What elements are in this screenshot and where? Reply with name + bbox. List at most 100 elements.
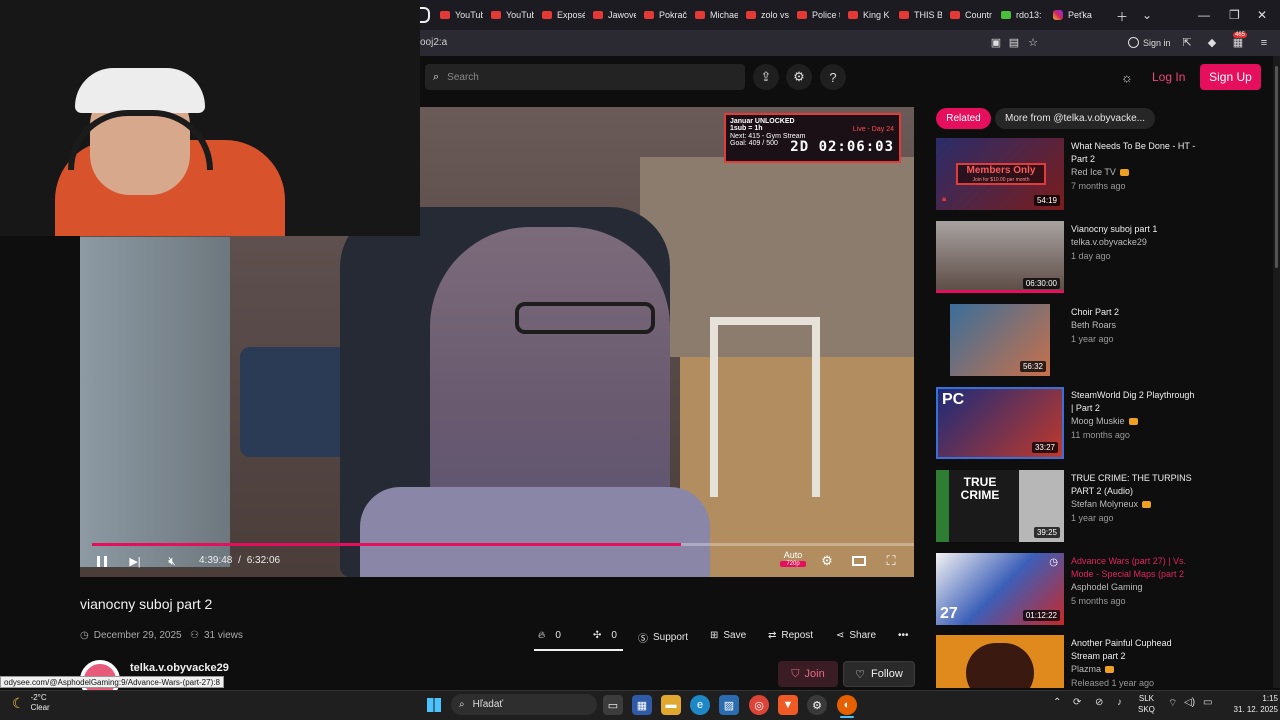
related-age: 1 year ago	[1071, 334, 1114, 344]
related-item[interactable]: 56:32 Choir Part 2 Beth Roars 1 year ago	[936, 304, 1196, 378]
shield-icon[interactable]: ◆	[1205, 36, 1219, 50]
tab-scroll-icon[interactable]	[420, 7, 430, 23]
next-button[interactable]: ▶|	[128, 552, 142, 570]
pause-button[interactable]	[94, 552, 110, 570]
slime-reaction-button[interactable]: ✣ 0	[593, 630, 617, 641]
channel-label: Asphodel Gaming	[1071, 582, 1143, 592]
follow-button[interactable]: ♡ Follow	[843, 661, 915, 687]
related-item[interactable]: 06:30:00 Vianocny suboj part 1 telka.v.o…	[936, 221, 1196, 295]
firefox-icon[interactable]: ◐	[837, 695, 857, 715]
tab-label: Police t	[812, 10, 840, 20]
browser-tab[interactable]: zolo vs	[738, 0, 789, 30]
browser-tab[interactable]: Police t	[789, 0, 840, 30]
browser-tab[interactable]: THIS B	[891, 0, 942, 30]
share-button[interactable]: ⋖ Share	[836, 630, 876, 641]
tab-related[interactable]: Related	[936, 108, 991, 129]
related-thumbnail: Members Only Join for $10.00 per month 🔒…	[936, 138, 1064, 210]
player-settings-button[interactable]: ⚙	[818, 552, 836, 570]
related-channel: Asphodel Gaming	[1071, 582, 1143, 592]
sync-icon[interactable]: ⟳	[1073, 697, 1081, 708]
watch-later-icon[interactable]: ◷	[1049, 557, 1058, 568]
related-item[interactable]: Another Painful Cuphead Stream part 2 Pl…	[936, 635, 1196, 688]
bookmark-star-icon[interactable]: ☆	[1026, 36, 1040, 50]
browser-tab[interactable]: Pokrač	[636, 0, 687, 30]
reader-icon[interactable]: ▤	[1007, 36, 1021, 50]
taskbar-search[interactable]: ⌕ Hľadať	[451, 694, 597, 715]
login-button[interactable]: Log In	[1152, 65, 1185, 89]
browser-tab[interactable]: King K	[840, 0, 891, 30]
chrome-icon[interactable]: ◎	[749, 695, 769, 715]
browser-tab[interactable]: rdo13:	[993, 0, 1045, 30]
channel-label: Stefan Molyneux	[1071, 499, 1139, 509]
fire-reaction-button[interactable]: 🔥︎ 0	[538, 630, 561, 641]
more-options-button[interactable]: •••	[898, 630, 909, 641]
menu-icon[interactable]: ≡	[1257, 36, 1271, 50]
taskbar-clock[interactable]: 1:15 31. 12. 2025	[1224, 693, 1278, 715]
related-channel: Red Ice TV	[1071, 167, 1129, 177]
join-button[interactable]: ⛉ Join	[778, 661, 838, 687]
related-item[interactable]: PC 33:27 SteamWorld Dig 2 Playthrough | …	[936, 387, 1196, 461]
support-button[interactable]: Ⓢ Support	[638, 630, 688, 645]
start-button[interactable]	[424, 695, 444, 715]
related-item[interactable]: TRUE CRIME 39:25 TRUE CRIME: THE TURPINS…	[936, 470, 1196, 544]
browser-tab[interactable]: YouTub	[483, 0, 534, 30]
weather-widget[interactable]: ☾ -2°C Clear	[12, 693, 50, 713]
pause-icon	[97, 555, 107, 567]
search-input[interactable]: ⌕ Search	[425, 64, 745, 90]
scrollbar-thumb[interactable]	[1275, 66, 1278, 268]
browser-sign-in[interactable]: Sign in	[1128, 37, 1171, 48]
progress-fill	[92, 543, 682, 546]
browser-tab[interactable]: Countr	[942, 0, 993, 30]
browser-tab[interactable]: YouTub	[432, 0, 483, 30]
vpn-icon[interactable]: ⊘	[1095, 697, 1103, 708]
volume-icon[interactable]: ◁)	[1184, 697, 1195, 708]
repost-button[interactable]: ⇄ Repost	[768, 630, 813, 641]
upload-button[interactable]: ⇪	[753, 64, 779, 90]
youtube-icon	[848, 11, 858, 19]
channel-name[interactable]: telka.v.obyvacke29	[130, 662, 229, 674]
mute-button[interactable]: 🔇︎	[164, 552, 180, 570]
time-current: 4:39:48	[199, 555, 233, 566]
wifi-icon[interactable]: ⌔	[1168, 697, 1177, 710]
maximize-icon[interactable]: ❐	[1229, 8, 1240, 22]
store-icon[interactable]: ▦	[632, 695, 652, 715]
quality-indicator[interactable]: Auto 720p	[780, 550, 806, 567]
settings-button[interactable]: ⚙	[786, 64, 812, 90]
steam-icon[interactable]: ⚙	[807, 695, 827, 715]
url-text[interactable]: ooj2:a	[420, 37, 447, 48]
tab-list-icon[interactable]: ⌄	[1142, 8, 1152, 22]
minimize-icon[interactable]: —	[1198, 8, 1210, 22]
theater-icon	[852, 556, 866, 566]
file-explorer-icon[interactable]: ▬	[661, 695, 681, 715]
save-button[interactable]: ⊞ Save	[710, 630, 746, 641]
related-item[interactable]: Members Only Join for $10.00 per month 🔒…	[936, 138, 1196, 212]
task-view-icon[interactable]: ▭	[603, 695, 623, 715]
tab-more-from-channel[interactable]: More from @telka.v.obyvacke...	[995, 108, 1155, 129]
theater-mode-button[interactable]	[850, 552, 868, 570]
channel-label: Moog Muskie	[1071, 416, 1125, 426]
mic-icon[interactable]: ♪	[1117, 697, 1122, 708]
overlay-line1: Januar UNLOCKED	[730, 118, 795, 125]
tray-overflow-icon[interactable]: ⌃	[1053, 697, 1061, 708]
new-tab-icon[interactable]: ＋	[1116, 8, 1128, 25]
browser-tab[interactable]: Michae	[687, 0, 738, 30]
screenshot-icon[interactable]: ▣	[989, 36, 1003, 50]
browser-tab[interactable]: Jawove	[585, 0, 636, 30]
browser-tab[interactable]: Exposé	[534, 0, 585, 30]
battery-icon[interactable]: ▭	[1203, 697, 1212, 708]
help-button[interactable]: ?	[820, 64, 846, 90]
close-window-icon[interactable]: ✕	[1257, 8, 1267, 22]
addon-icon[interactable]: ▦	[1231, 36, 1245, 50]
related-item[interactable]: 27 ◷ 01:12:22 Advance Wars (part 27) | V…	[936, 553, 1196, 627]
photos-icon[interactable]: ▨	[719, 695, 739, 715]
signup-button[interactable]: Sign Up	[1200, 64, 1261, 90]
fullscreen-button[interactable]: ⛶	[882, 552, 900, 570]
browser-tab[interactable]: Peťka	[1045, 0, 1105, 30]
theme-toggle[interactable]: ☼	[1114, 64, 1140, 90]
language-indicator[interactable]: SLK SKQ	[1138, 693, 1155, 715]
extension-icon[interactable]: ⇱	[1180, 36, 1194, 50]
edge-icon[interactable]: e	[690, 695, 710, 715]
progress-bar[interactable]	[92, 543, 914, 546]
brave-icon[interactable]: ▼	[778, 695, 798, 715]
chair-scene	[710, 317, 820, 497]
